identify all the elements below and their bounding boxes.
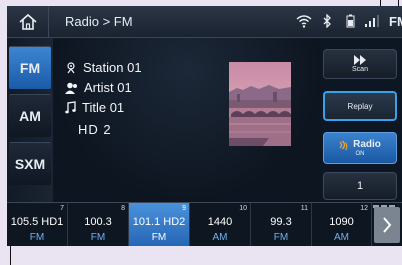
artist-row: Artist 01	[65, 80, 132, 95]
radio-screen: Radio > FM FM FM AM SXM	[7, 6, 402, 246]
page-label: 1	[356, 180, 364, 192]
corner-label: FM	[389, 14, 402, 29]
hd-radio-button[interactable]: ) Radio ON	[323, 132, 397, 164]
preset-frequency: 100.3	[84, 216, 112, 228]
status-icons	[295, 12, 382, 30]
next-presets-button[interactable]	[374, 207, 400, 243]
svg-text:): )	[345, 141, 348, 150]
preset-button[interactable]: 8 100.3 FM	[68, 203, 129, 246]
breadcrumb: Radio > FM	[65, 14, 133, 29]
signal-strength-icon	[364, 12, 382, 30]
phone-battery-icon	[341, 12, 359, 30]
preset-number: 12	[360, 205, 368, 212]
title-row: Title 01	[65, 100, 124, 115]
preset-number: 11	[300, 205, 308, 212]
hd-channel: HD 2	[78, 122, 112, 137]
fast-forward-icon	[354, 55, 366, 65]
preset-button-active[interactable]: 9 101.1 HD2 FM	[129, 203, 190, 246]
song-title: Title 01	[82, 100, 125, 115]
right-action-panel: Scan Replay ) Radio ON 1	[321, 38, 402, 202]
artist-icon	[65, 82, 77, 94]
preset-band: FM	[151, 232, 167, 243]
artist-name: Artist 01	[84, 80, 132, 95]
replay-button[interactable]: Replay	[323, 91, 397, 121]
preset-button[interactable]: 7 105.5 HD1 FM	[7, 203, 68, 246]
callout-line-preset	[10, 246, 11, 265]
station-name: Station 01	[83, 60, 142, 75]
now-playing-panel: Station 01 Artist 01 Title 01 HD 2	[53, 38, 321, 202]
station-row: Station 01	[65, 60, 142, 75]
bluetooth-icon	[318, 12, 336, 30]
band-button-sxm[interactable]: SXM	[9, 142, 51, 185]
preset-band: AM	[334, 232, 349, 243]
replay-label: Replay	[347, 101, 373, 111]
preset-frequency: 105.5 HD1	[10, 216, 64, 228]
home-icon	[18, 13, 37, 30]
preset-button[interactable]: 12 1090 AM	[312, 203, 372, 246]
band-selector: FM AM SXM	[7, 38, 53, 202]
home-button[interactable]	[7, 6, 49, 38]
page-button[interactable]: 1	[323, 172, 397, 200]
preset-button[interactable]: 10 1440 AM	[190, 203, 251, 246]
wifi-icon	[295, 12, 313, 30]
preset-number: 9	[182, 205, 186, 212]
preset-button[interactable]: 11 99.3 FM	[251, 203, 312, 246]
preset-frequency: 1440	[207, 216, 233, 228]
preset-band: AM	[212, 232, 228, 243]
top-bar: Radio > FM FM	[7, 6, 402, 38]
preset-number: 10	[239, 205, 247, 212]
hd-radio-title: ) Radio	[339, 139, 381, 150]
preset-band: FM	[90, 232, 106, 243]
chevron-right-icon	[383, 217, 392, 233]
hd-radio-label: Radio	[353, 139, 381, 150]
preset-frequency: 99.3	[270, 216, 292, 228]
band-label: SXM	[14, 156, 46, 172]
preset-frequency: 101.1 HD2	[132, 216, 186, 228]
hd-radio-logo-icon: )	[339, 140, 348, 150]
band-label: FM	[19, 60, 41, 76]
preset-number: 8	[121, 205, 125, 212]
preset-band: FM	[29, 232, 45, 243]
band-label: AM	[19, 108, 41, 124]
album-art	[229, 62, 291, 146]
scan-label: Scan	[352, 66, 368, 73]
band-button-am[interactable]: AM	[9, 94, 51, 137]
music-note-icon	[65, 101, 76, 114]
station-icon	[67, 62, 75, 74]
band-button-fm[interactable]: FM	[9, 46, 51, 89]
preset-number: 7	[60, 205, 64, 212]
scan-button[interactable]: Scan	[323, 49, 397, 79]
preset-band: FM	[273, 232, 289, 243]
preset-bar: 7 105.5 HD1 FM 8 100.3 FM 9 101.1 HD2 FM…	[7, 202, 402, 246]
hd-radio-state: ON	[355, 151, 365, 157]
preset-frequency: 1090	[329, 216, 354, 228]
